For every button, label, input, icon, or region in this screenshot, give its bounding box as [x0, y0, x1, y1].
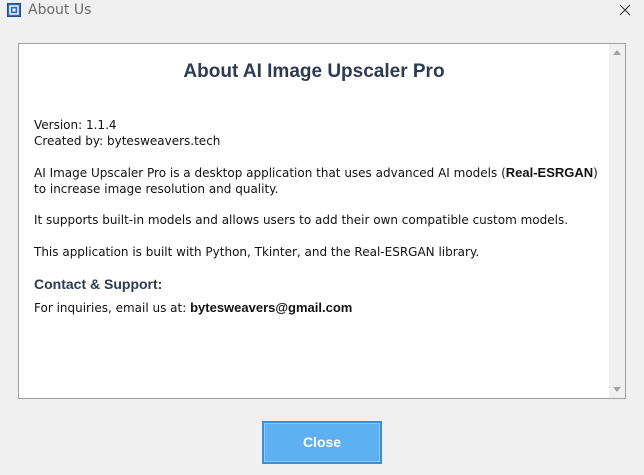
built-with-text: This application is built with Python, T…	[34, 245, 480, 259]
created-by-text: Created by: bytesweavers.tech	[34, 134, 221, 148]
description-line-1: AI Image Upscaler Pro is a desktop appli…	[34, 165, 598, 181]
models-text: It supports built-in models and allows u…	[34, 213, 569, 227]
about-text-box[interactable]: About AI Image Upscaler Pro Version: 1.1…	[18, 43, 626, 399]
inquiries-line: For inquiries, email us at: bytesweavers…	[34, 300, 352, 316]
scroll-down-arrow-icon[interactable]	[613, 387, 621, 392]
contact-email: bytesweavers@gmail.com	[190, 300, 353, 315]
description-line-2: to increase image resolution and quality…	[34, 182, 279, 196]
about-text-content: About AI Image Upscaler Pro Version: 1.1…	[19, 44, 609, 398]
app-icon	[7, 3, 21, 17]
version-text: Version: 1.1.4	[34, 118, 117, 132]
scroll-up-arrow-icon[interactable]	[613, 50, 621, 55]
title-bar: About Us	[0, 0, 644, 22]
vertical-scrollbar[interactable]	[609, 44, 625, 398]
close-icon[interactable]	[618, 3, 632, 17]
description-suffix: )	[593, 166, 598, 180]
window-title: About Us	[28, 2, 92, 18]
description-prefix: AI Image Upscaler Pro is a desktop appli…	[34, 166, 506, 180]
inquiries-prefix: For inquiries, email us at:	[34, 301, 191, 315]
about-heading: About AI Image Upscaler Pro	[183, 61, 445, 82]
model-name-bold: Real-ESRGAN	[505, 165, 594, 180]
contact-heading: Contact & Support:	[34, 276, 163, 292]
close-button[interactable]: Close	[262, 421, 382, 464]
